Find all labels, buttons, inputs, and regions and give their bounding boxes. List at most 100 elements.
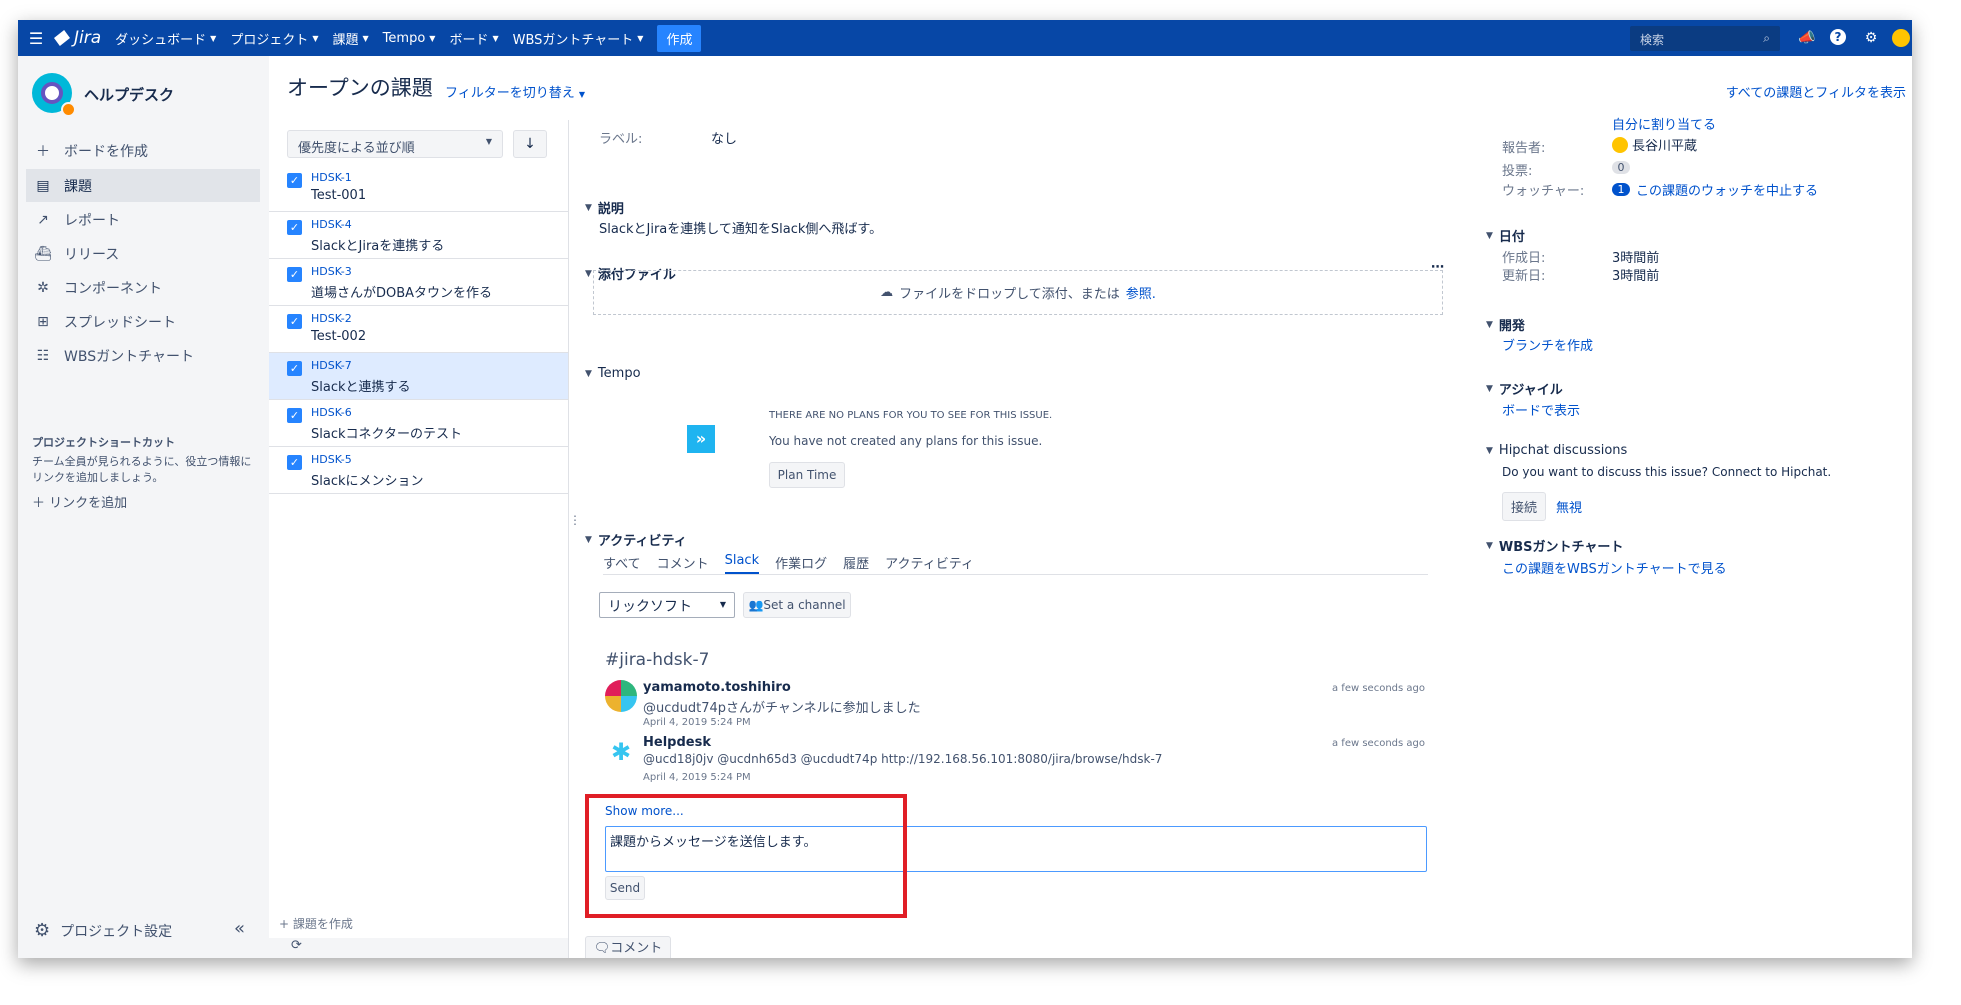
megaphone-icon[interactable]: 📣 xyxy=(1798,29,1816,47)
refresh-icon[interactable]: ⟳ xyxy=(291,938,302,953)
updated-label: 更新日: xyxy=(1502,269,1546,284)
jira-logo[interactable]: Jira xyxy=(54,28,101,48)
issue-row[interactable]: ✓ HDSK-6 Slackコネクターのテスト xyxy=(269,400,568,447)
task-checkbox-icon: ✓ xyxy=(287,267,302,282)
resize-handle[interactable]: ⋮ xyxy=(569,513,581,527)
chevron-down-icon: ▼ xyxy=(1486,319,1493,330)
watchers-value[interactable]: 1 この課題のウォッチを中止する xyxy=(1612,180,1818,199)
tempo-text: You have not created any plans for this … xyxy=(769,434,1043,448)
watchers-label: ウォッチャー: xyxy=(1502,184,1585,199)
chevron-down-icon: ▼ xyxy=(1486,540,1493,551)
wbs-gantt-link[interactable]: この課題をWBSガントチャートで見る xyxy=(1502,558,1727,577)
message-user: Helpdesk xyxy=(643,735,711,750)
filter-switch-dropdown[interactable]: フィルターを切り替え ▼ xyxy=(445,82,585,101)
plan-time-button[interactable]: Plan Time xyxy=(769,462,845,488)
wbs-section-title[interactable]: ▼ WBSガントチャート xyxy=(1486,536,1623,555)
task-checkbox-icon: ✓ xyxy=(287,408,302,423)
issue-row[interactable]: ✓ HDSK-4 SlackとJiraを連携する xyxy=(269,212,568,259)
nav-dashboard[interactable]: ダッシュボード ▼ xyxy=(115,29,216,48)
sort-direction-button[interactable]: ↓ xyxy=(513,130,547,158)
nav-boards[interactable]: ボード ▼ xyxy=(449,29,498,48)
chevron-down-icon: ▼ xyxy=(362,33,369,43)
tab-slack[interactable]: Slack xyxy=(724,553,760,574)
dates-section-title[interactable]: ▼ 日付 xyxy=(1486,226,1525,245)
ignore-link[interactable]: 無視 xyxy=(1556,497,1582,516)
search-input[interactable]: 検索 ⌕ xyxy=(1630,26,1780,51)
plus-icon: ＋ xyxy=(36,143,50,160)
user-avatar xyxy=(605,680,637,712)
help-icon[interactable]: ? xyxy=(1830,29,1846,45)
sidebar-item-wbs-gantt[interactable]: ☷ WBSガントチャート xyxy=(26,339,260,372)
slack-icon: ✱ xyxy=(605,736,637,768)
user-avatar[interactable] xyxy=(1892,29,1910,47)
attachment-dropzone[interactable]: ☁ ファイルをドロップして添付、または 参照. xyxy=(593,270,1443,315)
tab-worklog[interactable]: 作業ログ xyxy=(775,553,827,574)
tempo-section-title[interactable]: ▼ Tempo xyxy=(585,366,641,381)
menu-icon[interactable]: ☰ xyxy=(18,29,54,48)
create-issue-link[interactable]: + 課題を作成 xyxy=(279,915,353,932)
description-section-title[interactable]: ▼ 説明 xyxy=(585,198,624,217)
sidebar-item-reports[interactable]: ↗ レポート xyxy=(26,203,260,236)
badge-icon xyxy=(61,102,76,117)
project-name[interactable]: ヘルプデスク xyxy=(84,84,174,105)
view-on-board-link[interactable]: ボードで表示 xyxy=(1502,400,1580,419)
tab-all[interactable]: すべて xyxy=(603,553,641,574)
sidebar-item-create-board[interactable]: ＋ボードを作成 xyxy=(26,134,260,167)
votes-value[interactable]: 0 xyxy=(1612,160,1630,175)
issue-row[interactable]: ✓ HDSK-1 Test-001 xyxy=(269,165,568,212)
browse-link[interactable]: 参照. xyxy=(1126,283,1156,302)
nav-projects[interactable]: プロジェクト ▼ xyxy=(230,29,318,48)
tab-activity[interactable]: アクティビティ xyxy=(885,553,974,574)
all-issues-filters-link[interactable]: すべての課題とフィルタを表示 xyxy=(1726,82,1906,101)
collapse-sidebar-icon[interactable]: « xyxy=(234,918,245,939)
project-avatar[interactable] xyxy=(32,73,76,117)
development-section-title[interactable]: ▼ 開発 xyxy=(1486,315,1525,334)
chevron-down-icon: ▼ xyxy=(1486,230,1493,241)
channel-name: #jira-hdsk-7 xyxy=(605,650,710,670)
hipchat-section-title[interactable]: ▼ Hipchat discussions xyxy=(1486,443,1627,458)
create-branch-link[interactable]: ブランチを作成 xyxy=(1502,335,1593,354)
sort-select[interactable]: 優先度による並び順 ▼ xyxy=(287,130,503,158)
nav-tempo[interactable]: Tempo ▼ xyxy=(383,31,436,46)
activity-section-title[interactable]: ▼ アクティビティ xyxy=(585,530,687,549)
assign-to-me-link[interactable]: 自分に割り当てる xyxy=(1612,114,1716,133)
add-link-button[interactable]: ＋ リンクを追加 xyxy=(32,492,127,511)
project-settings-link[interactable]: ⚙ プロジェクト設定 xyxy=(34,920,172,941)
chevron-down-icon: ▼ xyxy=(585,368,592,379)
gantt-icon: ☷ xyxy=(36,347,50,364)
connect-button[interactable]: 接続 xyxy=(1502,492,1547,521)
issue-row[interactable]: ✓ HDSK-5 Slackにメンション xyxy=(269,447,568,494)
tab-history[interactable]: 履歴 xyxy=(843,553,869,574)
hipchat-text: Do you want to discuss this issue? Conne… xyxy=(1502,465,1832,479)
cloud-upload-icon: ☁ xyxy=(880,285,894,300)
comment-icon: 🗨 xyxy=(593,941,611,956)
issue-row-selected[interactable]: ✓ HDSK-7 Slackと連携する xyxy=(269,353,568,400)
issue-row[interactable]: ✓ HDSK-2 Test-002 xyxy=(269,306,568,353)
nav-wbs-gantt[interactable]: WBSガントチャート ▼ xyxy=(513,29,644,48)
chevron-down-icon: ▼ xyxy=(585,202,592,213)
label-field-value[interactable]: なし xyxy=(711,128,737,147)
top-nav: ☰ Jira ダッシュボード ▼ プロジェクト ▼ 課題 ▼ Tempo ▼ ボード ▼ … xyxy=(18,20,1912,56)
message-user: yamamoto.toshihiro xyxy=(643,680,791,695)
comment-button[interactable]: 🗨コメント xyxy=(585,936,671,958)
set-channel-button[interactable]: 👥Set a channel xyxy=(743,592,851,618)
agile-section-title[interactable]: ▼ アジャイル xyxy=(1486,379,1563,398)
sidebar-item-issues[interactable]: ▤ 課題 xyxy=(26,169,260,202)
chevron-down-icon: ▼ xyxy=(210,33,217,43)
chevron-down-icon: ▼ xyxy=(585,534,592,545)
create-button[interactable]: 作成 xyxy=(657,24,702,52)
created-value: 3時間前 xyxy=(1612,251,1660,266)
nav-issues[interactable]: 課題 ▼ xyxy=(333,29,369,48)
sidebar-item-components[interactable]: ✲ コンポーネント xyxy=(26,271,260,304)
gear-icon[interactable]: ⚙ xyxy=(1862,29,1880,47)
stop-watching-link[interactable]: この課題のウォッチを中止する xyxy=(1636,180,1818,199)
updated-value: 3時間前 xyxy=(1612,269,1660,284)
reporter-value[interactable]: 長谷川平蔵 xyxy=(1612,135,1697,154)
tab-comments[interactable]: コメント xyxy=(657,553,709,574)
gear-icon: ⚙ xyxy=(34,920,51,941)
description-text[interactable]: SlackとJiraを連携して通知をSlack側へ飛ばす。 xyxy=(599,218,882,237)
issue-row[interactable]: ✓ HDSK-3 道場さんがDOBAタウンを作る xyxy=(269,259,568,306)
sidebar-item-spreadsheet[interactable]: ⊞ スプレッドシート xyxy=(26,305,260,338)
sidebar-item-releases[interactable]: ⛴ リリース xyxy=(26,237,260,270)
workspace-select[interactable]: リックソフト ▼ xyxy=(599,592,735,618)
